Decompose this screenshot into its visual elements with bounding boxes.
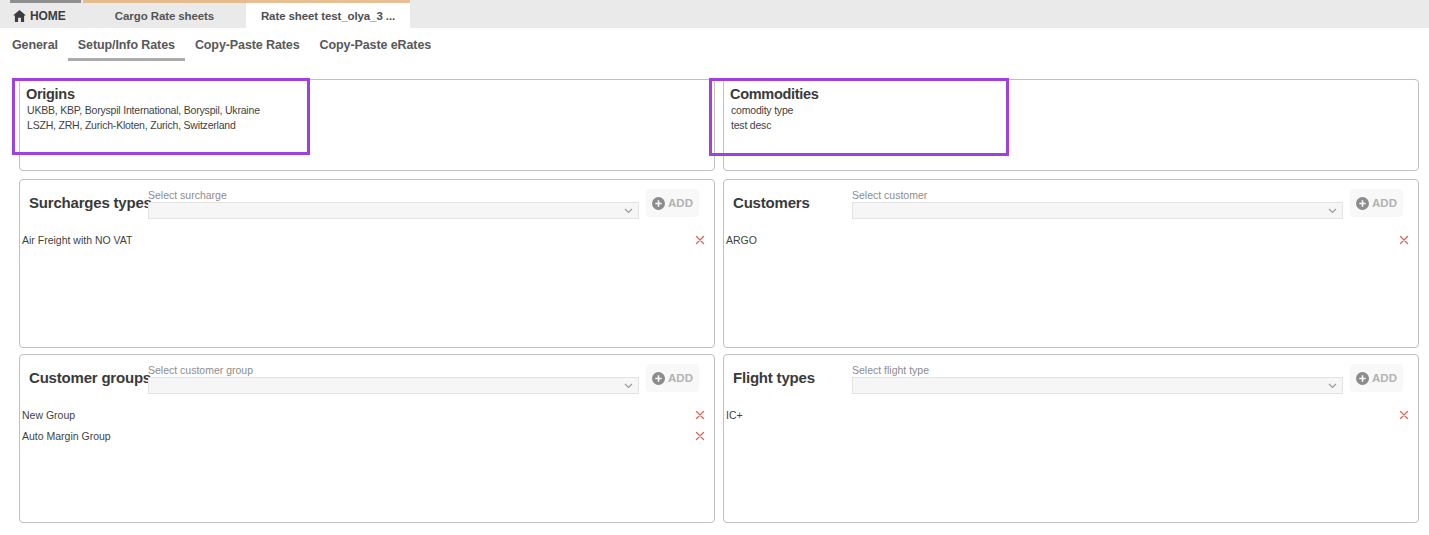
add-flight-type-button[interactable]: ADD — [1350, 364, 1403, 392]
select-customer-dropdown[interactable] — [852, 202, 1343, 219]
remove-icon[interactable] — [695, 431, 705, 441]
flight-types-panel: Flight types Select flight type ADD IC+ — [723, 354, 1419, 523]
chevron-down-icon — [1328, 208, 1337, 214]
tab-cargo-rate-sheets[interactable]: Cargo Rate sheets — [83, 0, 246, 28]
surcharge-item: Air Freight with NO VAT — [22, 229, 705, 250]
commodities-highlight-box — [709, 78, 1009, 156]
chevron-down-icon — [624, 208, 633, 214]
tab-bar: HOME Cargo Rate sheets Rate sheet test_o… — [0, 0, 1429, 28]
add-button-label: ADD — [668, 197, 693, 209]
select-surcharge-dropdown[interactable] — [148, 202, 639, 219]
surcharge-item-label: Air Freight with NO VAT — [22, 234, 132, 246]
surcharges-types-panel: Surcharges types Select surcharge ADD Ai… — [19, 179, 715, 348]
nav-copy-paste-erates[interactable]: Copy-Paste eRates — [310, 32, 442, 61]
select-flight-type-label: Select flight type — [852, 364, 929, 376]
plus-circle-icon — [1356, 197, 1369, 210]
tab-home[interactable]: HOME — [10, 0, 81, 28]
remove-icon[interactable] — [695, 235, 705, 245]
select-customer-group-dropdown[interactable] — [148, 377, 639, 394]
select-surcharge-label: Select surcharge — [148, 189, 227, 201]
nav-general[interactable]: General — [2, 32, 68, 61]
remove-icon[interactable] — [695, 410, 705, 420]
chevron-down-icon — [624, 383, 633, 389]
plus-circle-icon — [1356, 372, 1369, 385]
select-flight-type-dropdown[interactable] — [852, 377, 1343, 394]
customer-group-item-label: Auto Margin Group — [22, 430, 111, 442]
nav-copy-paste-rates[interactable]: Copy-Paste Rates — [185, 32, 310, 61]
flight-types-title: Flight types — [733, 369, 815, 386]
plus-circle-icon — [652, 197, 665, 210]
customer-group-item-label: New Group — [22, 409, 75, 421]
chevron-down-icon — [1328, 383, 1337, 389]
customer-group-item: Auto Margin Group — [22, 425, 705, 446]
flight-type-item-label: IC+ — [726, 409, 743, 421]
select-customer-label: Select customer — [852, 189, 927, 201]
add-surcharge-button[interactable]: ADD — [646, 189, 699, 217]
customer-item-label: ARGO — [726, 234, 757, 246]
home-icon — [13, 10, 26, 22]
origins-highlight-box — [12, 78, 310, 155]
remove-icon[interactable] — [1399, 410, 1409, 420]
customer-groups-title: Customer groups — [29, 369, 151, 386]
tab-rate-sheet-label: Rate sheet test_olya_3 ... — [261, 10, 395, 22]
select-customer-group-label: Select customer group — [148, 364, 253, 376]
surcharges-types-title: Surcharges types — [29, 194, 152, 211]
customer-item: ARGO — [726, 229, 1409, 250]
plus-circle-icon — [652, 372, 665, 385]
customers-panel: Customers Select customer ADD ARGO — [723, 179, 1419, 348]
add-customer-group-button[interactable]: ADD — [646, 364, 699, 392]
tab-home-label: HOME — [30, 9, 66, 23]
tab-cargo-label: Cargo Rate sheets — [115, 10, 214, 22]
remove-icon[interactable] — [1399, 235, 1409, 245]
add-customer-button[interactable]: ADD — [1350, 189, 1403, 217]
add-button-label: ADD — [668, 372, 693, 384]
flight-type-item: IC+ — [726, 404, 1409, 425]
customer-groups-panel: Customer groups Select customer group AD… — [19, 354, 715, 523]
sub-nav: General Setup/Info Rates Copy-Paste Rate… — [2, 32, 441, 61]
customers-title: Customers — [733, 194, 810, 211]
customer-group-item: New Group — [22, 404, 705, 425]
add-button-label: ADD — [1372, 197, 1397, 209]
add-button-label: ADD — [1372, 372, 1397, 384]
tab-rate-sheet[interactable]: Rate sheet test_olya_3 ... — [246, 0, 410, 28]
nav-setup-info-rates[interactable]: Setup/Info Rates — [68, 32, 185, 61]
